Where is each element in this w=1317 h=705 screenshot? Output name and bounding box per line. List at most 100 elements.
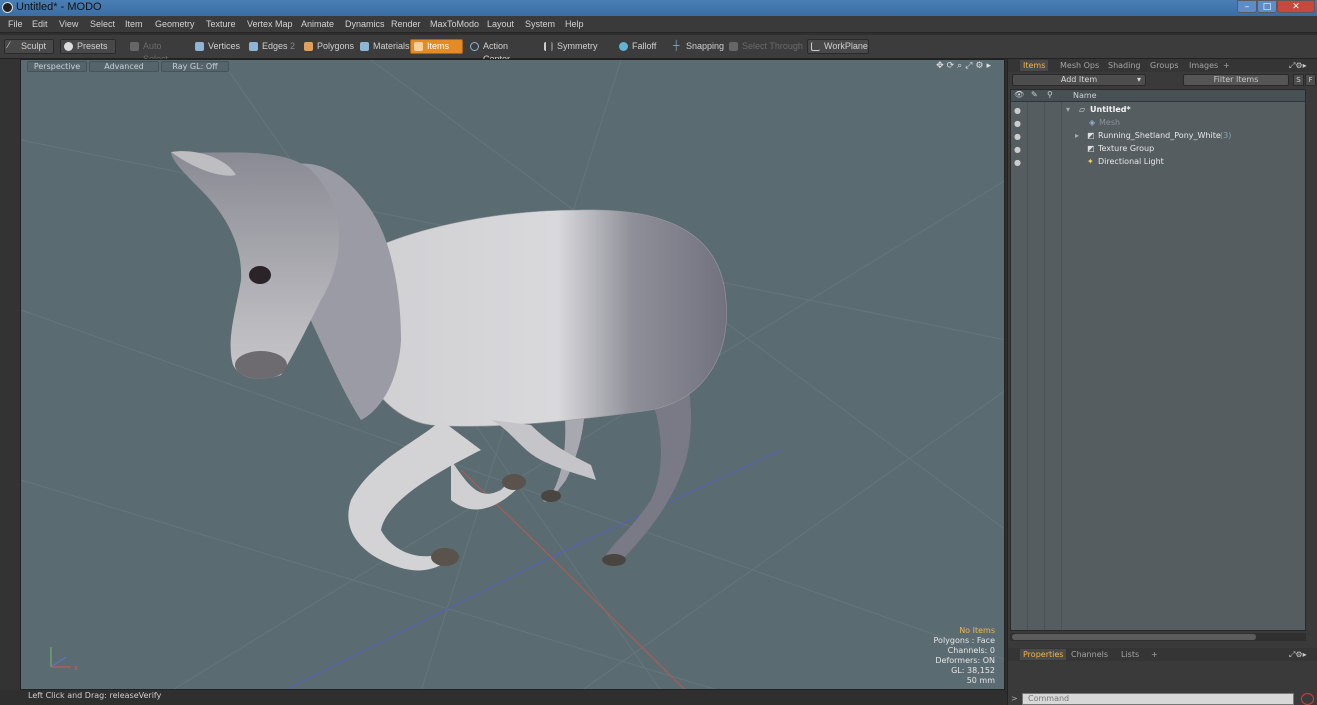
items-mode-button[interactable]: Items [410,39,463,54]
items-panel-tabs: Items Mesh Ops Shading Groups Images + ⤢… [1008,59,1317,72]
polygons-label: Polygons [317,41,355,51]
menu-vertex-map[interactable]: Vertex Map [247,19,293,29]
workplane-icon [811,42,820,51]
edges-button[interactable]: Edges 2 [245,39,300,54]
auto-select-button[interactable]: Auto Select [126,39,188,64]
pony-model [171,151,727,571]
maximize-button[interactable]: □ [1257,0,1277,13]
menu-view[interactable]: View [59,19,78,29]
workplane-button[interactable]: WorkPlane [807,39,869,54]
sculpt-button[interactable]: ⁄ Sculpt [4,39,54,54]
close-button[interactable]: ✕ [1277,0,1315,13]
item-label: Directional Light [1098,157,1164,166]
action-center-button[interactable]: Action Center [466,39,538,64]
left-tool-strip [0,59,20,690]
edges-icon [249,42,258,51]
panel-options-icon[interactable]: ⤢⚙▸ [1286,649,1310,660]
materials-icon [360,42,369,51]
raygl-tab[interactable]: Ray GL: Off [161,61,229,72]
tab-mesh-ops[interactable]: Mesh Ops [1057,60,1102,71]
menu-layout[interactable]: Layout [487,19,514,29]
menu-select[interactable]: Select [90,19,115,29]
snapping-button[interactable]: ┼ Snapping [669,39,725,54]
minimize-button[interactable]: – [1237,0,1257,13]
light-icon: ✦ [1087,157,1094,166]
item-row-scene[interactable]: ● ▾ ▱ Untitled* [1011,103,1305,116]
presets-button[interactable]: Presets [60,39,116,54]
tab-groups[interactable]: Groups [1147,60,1182,71]
3d-viewport[interactable]: Perspective Advanced Ray GL: Off ✥⟳⌕⤢⚙▸ … [20,59,1005,690]
menu-dynamics[interactable]: Dynamics [345,19,385,29]
select-through-button[interactable]: Select Through [725,39,805,54]
tab-channels[interactable]: Channels [1068,649,1111,660]
name-column-header[interactable]: Name [1073,91,1097,100]
menu-maxtomodo[interactable]: MaxToModo [430,19,479,29]
menu-animate[interactable]: Animate [301,19,334,29]
polygons-icon [304,42,313,51]
snapping-label: Snapping [686,41,725,51]
vertices-label: Vertices [208,41,241,51]
tab-lists[interactable]: Lists [1118,649,1142,660]
visibility-column-icon[interactable]: 👁 [1014,90,1024,99]
panel-options-icon[interactable]: ⤢⚙▸ [1286,60,1310,71]
tab-add[interactable]: + [1220,60,1233,71]
tab-items[interactable]: Items [1020,60,1049,71]
menu-geometry[interactable]: Geometry [155,19,195,29]
polygons-button[interactable]: Polygons [300,39,354,54]
modo-app-icon [2,2,13,13]
advanced-tab[interactable]: Advanced [89,61,159,72]
column-divider [1027,102,1028,630]
menu-help[interactable]: Help [565,19,584,29]
select-through-icon [729,42,738,51]
lock-column-icon[interactable]: ✎ [1031,90,1038,99]
items-horizontal-scrollbar[interactable] [1010,633,1306,641]
brush-icon: ⁄ [8,40,10,50]
f-button[interactable]: F [1305,74,1316,86]
symmetry-icon [544,42,553,51]
tab-add-properties[interactable]: + [1148,649,1161,660]
menu-edit[interactable]: Edit [32,19,48,29]
falloff-label: Falloff [632,41,657,51]
tab-properties[interactable]: Properties [1020,649,1067,660]
viewport-stats: No Items Polygons : Face Channels: 0 Def… [934,626,995,686]
scene-icon: ▱ [1079,105,1086,114]
symmetry-button[interactable]: Symmetry [540,39,608,54]
expand-arrow-icon[interactable]: ▸ [1075,129,1079,142]
menu-item[interactable]: Item [125,19,143,29]
items-icon [414,42,423,51]
vertices-button[interactable]: Vertices [191,39,243,54]
snapping-icon: ┼ [673,40,680,50]
menu-system[interactable]: System [525,19,555,29]
tab-images[interactable]: Images [1186,60,1221,71]
polygons-status: Polygons : Face [933,636,995,645]
add-item-label: Add Item [1060,75,1098,84]
vertices-icon [195,42,204,51]
add-item-dropdown[interactable]: Add Item ▾ [1012,74,1146,86]
type-column-icon[interactable]: ⚲ [1047,90,1053,99]
falloff-button[interactable]: Falloff [615,39,663,54]
visibility-eye-icon[interactable]: ● [1014,156,1021,169]
tab-shading[interactable]: Shading [1105,60,1144,71]
item-row-directional-light[interactable]: ● ✦ Directional Light [1011,155,1305,168]
item-row-pony[interactable]: ● ▸ ◩ Running_Shetland_Pony_White (3) [1011,129,1305,142]
sculpt-label: Sculpt [21,41,47,51]
expand-arrow-icon[interactable]: ▾ [1066,103,1070,116]
materials-button[interactable]: Materials [356,39,410,54]
menu-file[interactable]: File [8,19,23,29]
item-row-texture-group[interactable]: ● ◩ Texture Group [1011,142,1305,155]
filter-items-input[interactable]: Filter Items [1183,74,1289,86]
scrollbar-thumb[interactable] [1012,634,1256,640]
perspective-tab[interactable]: Perspective [27,61,87,72]
command-input[interactable]: Command [1022,693,1294,705]
deformers-status: Deformers: ON [935,656,995,665]
viewport-nav-icons[interactable]: ✥⟳⌕⤢⚙▸ [936,61,994,71]
menu-render[interactable]: Render [391,19,421,29]
viewport-scene [21,60,1004,689]
record-icon[interactable] [1301,693,1314,705]
s-button[interactable]: S [1293,74,1304,86]
menu-texture[interactable]: Texture [206,19,236,29]
item-count: (3) [1220,131,1232,140]
mesh-icon: ◈ [1089,118,1096,127]
axis-gizmo: x [46,642,86,675]
item-row-mesh[interactable]: ● ◈ Mesh [1011,116,1305,129]
